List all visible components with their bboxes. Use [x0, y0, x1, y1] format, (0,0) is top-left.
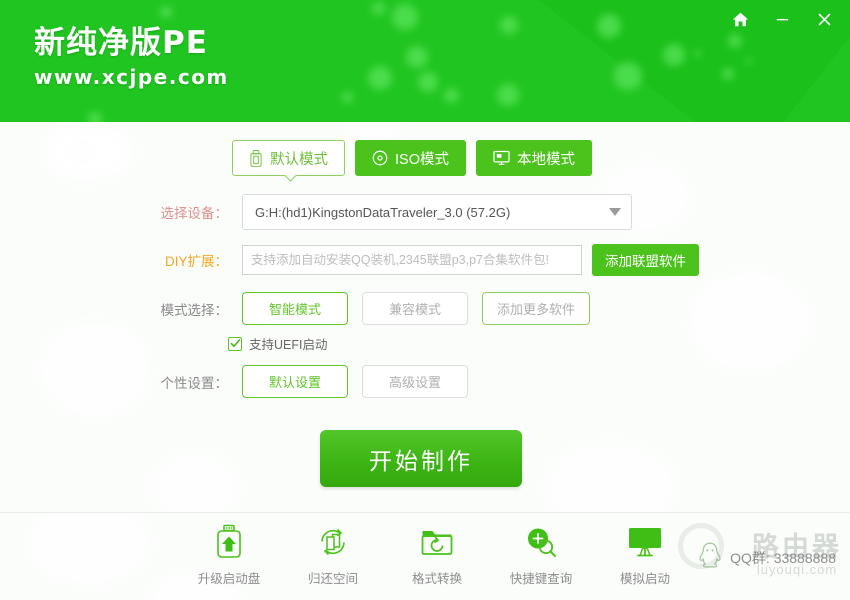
- mode-option-add-more-software[interactable]: 添加更多软件: [482, 292, 591, 325]
- device-row: 选择设备： G:H:(hd1)KingstonDataTraveler_3.0 …: [146, 194, 632, 230]
- restore-space-icon: [315, 522, 351, 562]
- logo-title: 新纯净版PE: [34, 25, 208, 61]
- tab-iso-mode[interactable]: ISO模式: [355, 140, 466, 176]
- header-bubble: [406, 46, 428, 68]
- tab-label: ISO模式: [395, 151, 449, 168]
- mode-label: 模式选择：: [160, 302, 229, 318]
- personal-settings-label: 个性设置：: [160, 375, 229, 391]
- tool-label: 格式转换: [411, 572, 462, 586]
- header-bubble: [722, 68, 734, 80]
- header-bubble: [368, 66, 392, 90]
- tool-label: 升级启动盘: [197, 572, 261, 586]
- bg-bubble: [40, 322, 150, 417]
- bg-bubble: [30, 513, 150, 583]
- header-bubble: [500, 16, 518, 34]
- header-bubble: [392, 4, 418, 30]
- header-bubble: [160, 6, 172, 18]
- app-window: 新纯净版PE www.xcjpe.com 默认模式 ISO模式 本地模式 选择设…: [0, 0, 850, 600]
- qq-penguin-icon: [697, 541, 723, 574]
- bg-bubble: [86, 132, 132, 172]
- header-bubble: [418, 72, 438, 92]
- diy-label: DIY扩展：: [164, 254, 228, 269]
- mode-option-smart[interactable]: 智能模式: [242, 292, 348, 325]
- device-select[interactable]: G:H:(hd1)KingstonDataTraveler_3.0 (57.2G…: [242, 194, 632, 230]
- device-select-value: G:H:(hd1)KingstonDataTraveler_3.0 (57.2G…: [255, 204, 511, 220]
- footer-toolbar: 升级启动盘 归还空间 格式转换 快捷键查询 模拟启动 QQ群: 33888888…: [0, 512, 850, 600]
- personal-settings-row: 个性设置： 默认设置 高级设置: [146, 365, 482, 398]
- usb-drive-icon: [249, 149, 263, 167]
- tool-list: 升级启动盘 归还空间 格式转换 快捷键查询 模拟启动: [196, 522, 678, 587]
- header-bubble: [372, 2, 385, 15]
- header-bubble: [614, 62, 642, 90]
- app-logo: 新纯净版PE www.xcjpe.com: [34, 24, 229, 90]
- main-panel: 默认模式 ISO模式 本地模式 选择设备： G:H:(hd1)KingstonD…: [0, 122, 850, 512]
- title-bar: 新纯净版PE www.xcjpe.com: [0, 0, 850, 122]
- diy-row: DIY扩展： 添加联盟软件: [146, 244, 699, 276]
- window-controls: [728, 8, 836, 30]
- start-make-button[interactable]: 开始制作: [320, 430, 522, 487]
- disc-icon: [372, 150, 388, 166]
- header-bubble: [497, 84, 519, 106]
- tool-label: 模拟启动: [619, 572, 670, 586]
- tool-label: 快捷键查询: [509, 572, 573, 586]
- uefi-checkbox[interactable]: [228, 336, 242, 351]
- add-alliance-software-button[interactable]: 添加联盟软件: [592, 244, 699, 276]
- tool-simulate-boot[interactable]: 模拟启动: [612, 522, 678, 587]
- diy-input[interactable]: [242, 245, 582, 275]
- header-bubble: [342, 92, 353, 103]
- active-tab-pointer: [282, 175, 298, 184]
- simulate-boot-icon: [627, 522, 663, 562]
- header-bubble: [728, 34, 742, 48]
- mode-tabs: 默认模式 ISO模式 本地模式: [232, 140, 592, 176]
- usb-upgrade-icon: [213, 522, 245, 562]
- tool-format-convert[interactable]: 格式转换: [404, 522, 470, 587]
- uefi-checkbox-row[interactable]: 支持UEFI启动: [228, 334, 327, 353]
- mode-row: 模式选择： 智能模式 兼容模式 添加更多软件: [146, 292, 604, 325]
- bg-bubble: [545, 442, 675, 512]
- device-label: 选择设备：: [160, 206, 229, 221]
- uefi-label: 支持UEFI启动: [249, 338, 328, 352]
- personal-option-advanced[interactable]: 高级设置: [362, 365, 468, 398]
- tool-hotkey-query[interactable]: 快捷键查询: [508, 522, 574, 587]
- header-bubble: [746, 58, 752, 64]
- qq-group-info[interactable]: QQ群: 33888888: [697, 541, 836, 574]
- close-button[interactable]: [812, 8, 836, 30]
- home-icon[interactable]: [728, 8, 752, 30]
- chevron-down-icon: [609, 208, 621, 216]
- tool-restore-space[interactable]: 归还空间: [300, 522, 366, 587]
- header-bubble: [663, 44, 685, 66]
- qq-group-text: QQ群: 33888888: [730, 549, 836, 566]
- tool-label: 归还空间: [307, 572, 358, 586]
- tab-local-mode[interactable]: 本地模式: [475, 140, 592, 176]
- personal-option-default[interactable]: 默认设置: [242, 365, 348, 398]
- logo-url: www.xcjpe.com: [34, 65, 229, 89]
- tab-default-mode[interactable]: 默认模式: [232, 140, 345, 176]
- header-bubble: [694, 50, 701, 57]
- bg-bubble: [690, 272, 810, 372]
- magnifier-plus-icon: [524, 522, 558, 562]
- header-bubble: [597, 14, 621, 38]
- monitor-icon: [493, 150, 510, 166]
- header-bubble: [444, 88, 459, 103]
- minimize-button[interactable]: [770, 8, 794, 30]
- header-bubble: [88, 112, 102, 122]
- tool-upgrade-boot-disk[interactable]: 升级启动盘: [196, 522, 262, 587]
- tab-label: 本地模式: [516, 151, 575, 168]
- mode-option-compatible[interactable]: 兼容模式: [362, 292, 468, 325]
- tab-label: 默认模式: [270, 151, 328, 168]
- format-convert-icon: [420, 522, 454, 562]
- bg-bubble: [150, 452, 240, 512]
